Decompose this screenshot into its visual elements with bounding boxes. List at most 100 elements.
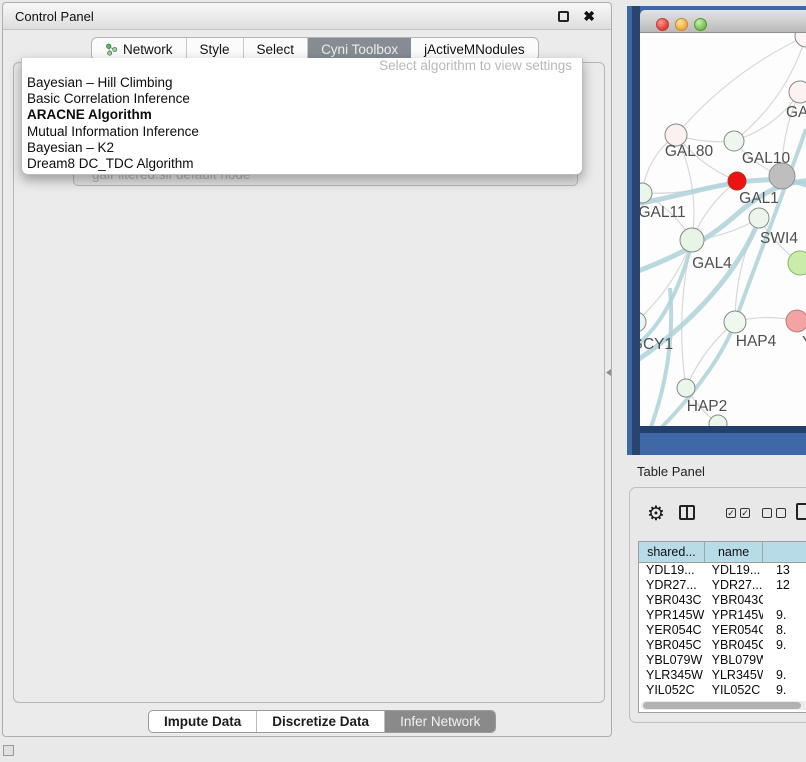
network-node[interactable] xyxy=(724,131,744,151)
network-icon xyxy=(105,43,118,56)
algorithm-dropdown-placeholder: Select algorithm to view settings xyxy=(22,58,582,75)
tab-network[interactable]: Network xyxy=(92,38,187,60)
columns-icon[interactable] xyxy=(679,505,695,520)
unchecked-box-icon xyxy=(776,508,786,518)
table-cell: YBL079W xyxy=(639,653,705,668)
algorithm-option[interactable]: Dream8 DC_TDC Algorithm xyxy=(22,156,582,172)
tab-jactivemnodules[interactable]: jActiveMNodules xyxy=(411,38,538,60)
table-hscroll-thumb[interactable] xyxy=(643,702,801,709)
tab-select[interactable]: Select xyxy=(244,38,309,60)
mac-zoom-icon[interactable] xyxy=(694,18,707,31)
table-column-header[interactable] xyxy=(763,542,806,562)
network-node[interactable] xyxy=(749,208,769,228)
table-row[interactable]: YPR145WYPR145W9. xyxy=(639,608,806,623)
table-panel: ⚙ ✓ ✓ shared...name YDL19...YDL19...13YD… xyxy=(629,487,806,723)
network-edge xyxy=(686,322,735,388)
algorithm-option[interactable]: Basic Correlation Inference xyxy=(22,91,582,107)
network-window-titlebar[interactable] xyxy=(640,10,806,33)
tab-network-label: Network xyxy=(123,42,173,57)
table-cell: YLR345W xyxy=(705,668,763,683)
network-node-label: SWI4 xyxy=(760,230,798,247)
tab-style-label: Style xyxy=(200,42,230,57)
table-cell: 9. xyxy=(763,608,806,623)
tab-infer-network[interactable]: Infer Network xyxy=(385,711,495,732)
document-icon[interactable] xyxy=(796,503,806,520)
tab-cyni-toolbox[interactable]: Cyni Toolbox xyxy=(308,38,411,60)
table-cell: YDL19... xyxy=(705,563,763,578)
deselect-all-checkboxes-icon[interactable] xyxy=(762,508,786,518)
network-node[interactable] xyxy=(724,311,746,333)
network-view-window: GALGAL80GAL10GAL1GAL11SWI4GAL4GCY1HAP4YH… xyxy=(627,6,806,455)
select-all-checkboxes-icon[interactable]: ✓ ✓ xyxy=(726,508,750,518)
table-cell: YPR145W xyxy=(705,608,763,623)
control-panel-title: Control Panel xyxy=(15,3,94,30)
close-icon[interactable]: ✖ xyxy=(583,7,595,26)
network-canvas[interactable]: GALGAL80GAL10GAL1GAL11SWI4GAL4GCY1HAP4YH… xyxy=(640,33,806,426)
unchecked-box-icon xyxy=(762,508,772,518)
tab-discretize-data[interactable]: Discretize Data xyxy=(257,711,385,732)
table-cell: 12 xyxy=(763,578,806,593)
network-node[interactable] xyxy=(795,33,806,47)
tab-jactivemnodules-label: jActiveMNodules xyxy=(424,42,525,57)
table-cell: YBL079W xyxy=(705,653,763,668)
table-row[interactable]: YER054CYER054C8. xyxy=(639,623,806,638)
algorithm-dropdown-popup: Select algorithm to view settings Bayesi… xyxy=(21,58,583,175)
table-row[interactable]: YDR27...YDR27...12 xyxy=(639,578,806,593)
table-row[interactable]: YDL19...YDL19...13 xyxy=(639,563,806,578)
table-cell: 9. xyxy=(763,683,806,696)
table-panel-title: Table Panel xyxy=(637,464,705,479)
window-grip-icon xyxy=(3,745,14,756)
network-node-label: GAL4 xyxy=(692,255,732,272)
table-cell: YBR043C xyxy=(639,593,705,608)
table-row[interactable]: YBR043CYBR043C xyxy=(639,593,806,608)
network-node[interactable] xyxy=(640,312,646,332)
network-graph: GALGAL80GAL10GAL1GAL11SWI4GAL4GCY1HAP4YH… xyxy=(640,33,806,426)
network-node[interactable] xyxy=(788,251,806,275)
network-node[interactable] xyxy=(789,81,806,103)
tab-select-label: Select xyxy=(257,42,295,57)
algorithm-option[interactable]: Bayesian – Hill Climbing xyxy=(22,75,582,91)
checked-box-icon: ✓ xyxy=(726,508,736,518)
table-cell: YER054C xyxy=(639,623,705,638)
network-node-label: HAP2 xyxy=(687,398,728,415)
network-window-frame-shadow xyxy=(632,6,640,455)
screen: Control Panel ✖ Network Style Select xyxy=(0,0,806,762)
table-cell: YIL052C xyxy=(639,683,705,696)
table-column-header[interactable]: name xyxy=(705,542,763,562)
mac-close-icon[interactable] xyxy=(656,18,669,31)
cyni-bottom-tabs: Impute Data Discretize Data Infer Networ… xyxy=(148,710,496,733)
checked-box-icon: ✓ xyxy=(740,508,750,518)
table-row[interactable]: YBL079WYBL079W xyxy=(639,653,806,668)
table-cell: YLR345W xyxy=(639,668,705,683)
table-cell: 13 xyxy=(763,563,806,578)
tab-cyni-toolbox-label: Cyni Toolbox xyxy=(321,42,398,57)
algorithm-option[interactable]: Mutual Information Inference xyxy=(22,124,582,140)
table-cell: YER054C xyxy=(705,623,763,638)
table-cell: YBR043C xyxy=(705,593,763,608)
network-node[interactable] xyxy=(786,310,806,332)
table-row[interactable]: YLR345WYLR345W9. xyxy=(639,668,806,683)
gear-icon[interactable]: ⚙ xyxy=(647,501,665,526)
network-node[interactable] xyxy=(680,228,704,252)
table-horizontal-scrollbar[interactable] xyxy=(641,701,806,710)
network-node-label: HAP4 xyxy=(736,333,777,350)
table-row[interactable]: YIL052CYIL052C9. xyxy=(639,683,806,696)
control-panel-titlebar[interactable]: Control Panel ✖ xyxy=(3,3,611,30)
float-window-icon[interactable] xyxy=(558,11,569,22)
table-cell xyxy=(763,593,806,608)
table-row[interactable]: YBR045CYBR045C9. xyxy=(639,638,806,653)
table-header-row: shared...name xyxy=(639,542,806,563)
network-node[interactable] xyxy=(677,379,695,397)
network-node[interactable] xyxy=(709,415,727,426)
algorithm-option[interactable]: ARACNE Algorithm xyxy=(22,107,582,123)
table-cell: YBR045C xyxy=(705,638,763,653)
algorithm-option[interactable]: Bayesian – K2 xyxy=(22,140,582,156)
tab-impute-data[interactable]: Impute Data xyxy=(149,711,257,732)
network-node[interactable] xyxy=(728,172,746,190)
control-panel-window: Control Panel ✖ Network Style Select xyxy=(2,2,612,737)
table-cell: 9. xyxy=(763,668,806,683)
table-column-header[interactable]: shared... xyxy=(639,542,705,562)
tab-style[interactable]: Style xyxy=(187,38,244,60)
mac-minimize-icon[interactable] xyxy=(675,18,688,31)
table-cell: YDL19... xyxy=(639,563,705,578)
